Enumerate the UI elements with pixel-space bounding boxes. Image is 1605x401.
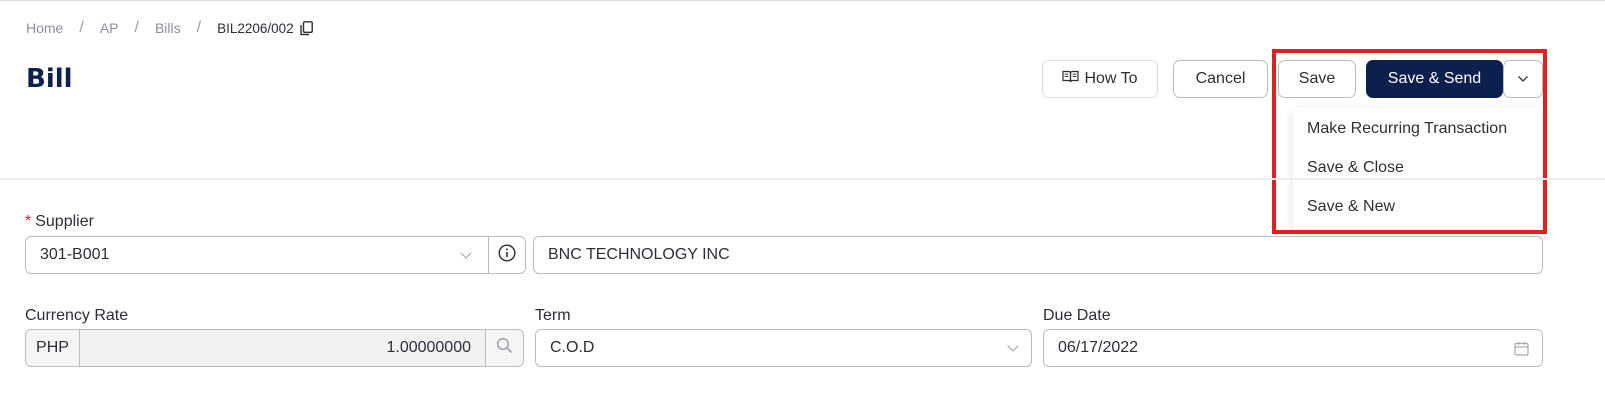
- currency-search-button[interactable]: [485, 329, 524, 367]
- chevron-down-icon: [1007, 340, 1019, 352]
- chevron-down-icon: [460, 247, 472, 259]
- menu-item-save-new[interactable]: Save & New: [1307, 198, 1395, 216]
- supplier-name-value: BNC TECHNOLOGY INC: [548, 246, 730, 263]
- save-button[interactable]: Save: [1278, 60, 1356, 98]
- header-divider: [0, 178, 1605, 180]
- breadcrumb-separator: /: [79, 19, 84, 36]
- how-to-label: How To: [1084, 70, 1138, 87]
- breadcrumb-current: BIL2206/002: [217, 20, 294, 36]
- term-value: C.O.D: [550, 339, 595, 356]
- currency-code-field: PHP: [25, 329, 80, 367]
- save-and-send-button[interactable]: Save & Send: [1366, 60, 1503, 98]
- breadcrumb: Home / AP / Bills / BIL2206/002: [26, 19, 313, 37]
- book-icon: [1062, 70, 1080, 88]
- due-date-value: 06/17/2022: [1058, 339, 1139, 356]
- term-label: Term: [535, 307, 571, 324]
- term-select[interactable]: C.O.D: [535, 329, 1032, 367]
- supplier-code-select[interactable]: 301-B001: [25, 236, 489, 274]
- required-mark: *: [25, 213, 32, 230]
- save-options-menu: Make Recurring Transaction Save & Close …: [1293, 107, 1542, 231]
- breadcrumb-bills[interactable]: Bills: [155, 20, 181, 36]
- currency-rate-label: Currency Rate: [25, 307, 129, 324]
- currency-rate-input[interactable]: 1.00000000: [79, 329, 486, 367]
- breadcrumb-separator: /: [196, 19, 202, 36]
- menu-item-make-recurring[interactable]: Make Recurring Transaction: [1307, 120, 1507, 138]
- breadcrumb-home[interactable]: Home: [26, 20, 63, 36]
- copy-icon[interactable]: [299, 20, 313, 36]
- supplier-label-text: Supplier: [35, 213, 94, 230]
- calendar-icon[interactable]: [1514, 341, 1529, 361]
- supplier-label: * Supplier: [25, 213, 94, 231]
- info-icon: [498, 243, 516, 267]
- due-date-label: Due Date: [1043, 307, 1111, 324]
- supplier-info-button[interactable]: [488, 236, 526, 274]
- cancel-button[interactable]: Cancel: [1173, 60, 1268, 98]
- how-to-button[interactable]: How To: [1042, 60, 1158, 98]
- save-options-toggle[interactable]: [1503, 60, 1543, 98]
- breadcrumb-separator: /: [134, 19, 139, 36]
- breadcrumb-ap[interactable]: AP: [100, 20, 119, 36]
- supplier-name-field[interactable]: BNC TECHNOLOGY INC: [533, 236, 1543, 274]
- menu-item-save-close[interactable]: Save & Close: [1307, 159, 1404, 177]
- page-title: Bill: [26, 64, 73, 94]
- currency-code-value: PHP: [36, 339, 69, 356]
- due-date-input[interactable]: 06/17/2022: [1043, 329, 1543, 367]
- search-icon: [496, 337, 513, 359]
- supplier-code-value: 301-B001: [40, 246, 110, 263]
- currency-rate-value: 1.00000000: [386, 339, 471, 356]
- chevron-down-icon: [1517, 70, 1529, 88]
